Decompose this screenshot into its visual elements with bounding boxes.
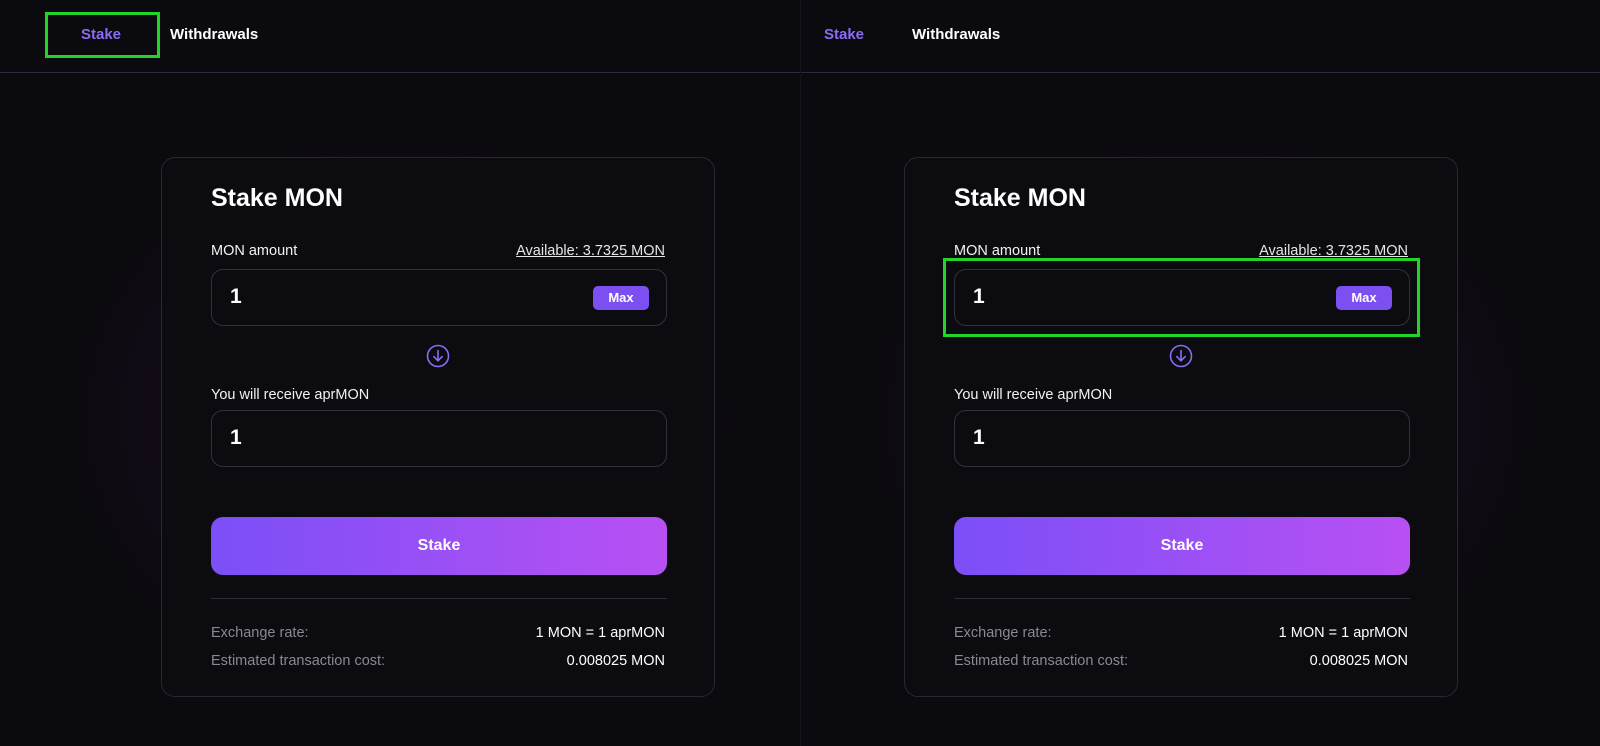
tx-cost-value: 0.008025 MON: [566, 653, 665, 669]
mon-amount-label: MON amount: [954, 243, 1041, 259]
divider: [211, 598, 667, 599]
max-button[interactable]: Max: [593, 286, 649, 310]
top-nav-bar: Stake Withdrawals: [0, 0, 800, 73]
receive-label: You will receive aprMON: [211, 387, 370, 403]
receive-amount-field: 1: [954, 410, 1410, 467]
max-button[interactable]: Max: [1336, 286, 1392, 310]
receive-amount-value: 1: [973, 426, 985, 449]
exchange-rate-label: Exchange rate:: [211, 625, 309, 641]
divider: [954, 598, 1410, 599]
mon-amount-value[interactable]: 1: [230, 285, 242, 309]
stake-button[interactable]: Stake: [211, 517, 667, 575]
card-title: Stake MON: [211, 184, 343, 212]
exchange-rate-value: 1 MON = 1 aprMON: [535, 625, 665, 641]
arrow-down-circle-icon: [426, 344, 450, 368]
tx-cost-value: 0.008025 MON: [1309, 653, 1408, 669]
receive-amount-value: 1: [230, 426, 242, 449]
exchange-rate-label: Exchange rate:: [954, 625, 1052, 641]
stake-card: Stake MON MON amount Available: 3.7325 M…: [904, 157, 1458, 697]
available-balance-link[interactable]: Available: 3.7325 MON: [516, 243, 665, 259]
top-nav-bar: Stake Withdrawals: [801, 0, 1600, 73]
receive-amount-field: 1: [211, 410, 667, 467]
receive-label: You will receive aprMON: [954, 387, 1113, 403]
stake-button[interactable]: Stake: [954, 517, 1410, 575]
exchange-rate-value: 1 MON = 1 aprMON: [1278, 625, 1408, 641]
card-title: Stake MON: [954, 184, 1086, 212]
right-screenshot-panel: Stake Withdrawals Stake MON MON amount A…: [800, 0, 1600, 746]
nav-tab-withdrawals[interactable]: Withdrawals: [912, 26, 1000, 43]
mon-amount-input[interactable]: 1 Max: [954, 269, 1410, 326]
arrow-down-circle-icon: [1169, 344, 1193, 368]
mon-amount-input[interactable]: 1 Max: [211, 269, 667, 326]
mon-amount-value[interactable]: 1: [973, 285, 985, 309]
left-screenshot-panel: Stake Withdrawals Stake MON MON amount A…: [0, 0, 800, 746]
tx-cost-label: Estimated transaction cost:: [954, 653, 1129, 669]
stake-card: Stake MON MON amount Available: 3.7325 M…: [161, 157, 715, 697]
available-balance-link[interactable]: Available: 3.7325 MON: [1259, 243, 1408, 259]
tx-cost-label: Estimated transaction cost:: [211, 653, 386, 669]
nav-tab-withdrawals[interactable]: Withdrawals: [170, 26, 258, 43]
nav-tab-stake[interactable]: Stake: [824, 26, 864, 43]
mon-amount-label: MON amount: [211, 243, 298, 259]
nav-tab-stake[interactable]: Stake: [81, 26, 121, 43]
